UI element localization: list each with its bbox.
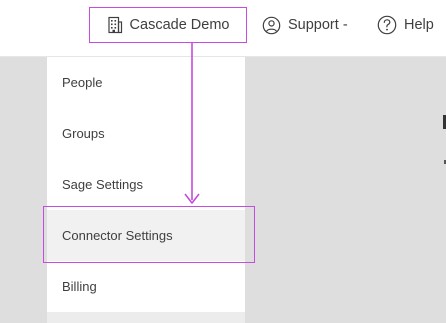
user-circle-icon bbox=[262, 16, 281, 34]
org-name-label: Cascade Demo bbox=[129, 16, 230, 33]
support-label: Support - bbox=[288, 16, 348, 33]
left-gutter bbox=[0, 57, 47, 323]
menu-item-label: Groups bbox=[62, 126, 105, 141]
help-button[interactable]: Help bbox=[377, 15, 434, 35]
support-menu-button[interactable]: Support - bbox=[262, 15, 348, 35]
menu-item-label: Connector Settings bbox=[62, 228, 173, 243]
building-icon bbox=[107, 16, 122, 34]
menu-item-label: Billing bbox=[62, 279, 97, 294]
help-circle-icon bbox=[377, 15, 397, 35]
menu-item-billing[interactable]: Billing bbox=[47, 261, 245, 312]
help-label: Help bbox=[404, 16, 434, 33]
app-page: Cascade Demo Support - Help People Group… bbox=[0, 0, 446, 323]
annotation-arrow bbox=[184, 43, 200, 204]
menu-item-sage-settings[interactable]: Sage Settings bbox=[47, 159, 245, 210]
menu-item-groups[interactable]: Groups bbox=[47, 108, 245, 159]
org-switcher-button[interactable]: Cascade Demo bbox=[89, 7, 247, 43]
org-dropdown-menu: People Groups Sage Settings Connector Se… bbox=[47, 57, 245, 323]
menu-next-item-edge bbox=[47, 312, 245, 323]
top-navigation-bar: Cascade Demo Support - Help bbox=[0, 0, 446, 57]
menu-item-label: Sage Settings bbox=[62, 177, 143, 192]
menu-item-label: People bbox=[62, 75, 103, 90]
menu-item-people[interactable]: People bbox=[47, 57, 245, 108]
menu-item-connector-settings[interactable]: Connector Settings bbox=[47, 210, 245, 261]
